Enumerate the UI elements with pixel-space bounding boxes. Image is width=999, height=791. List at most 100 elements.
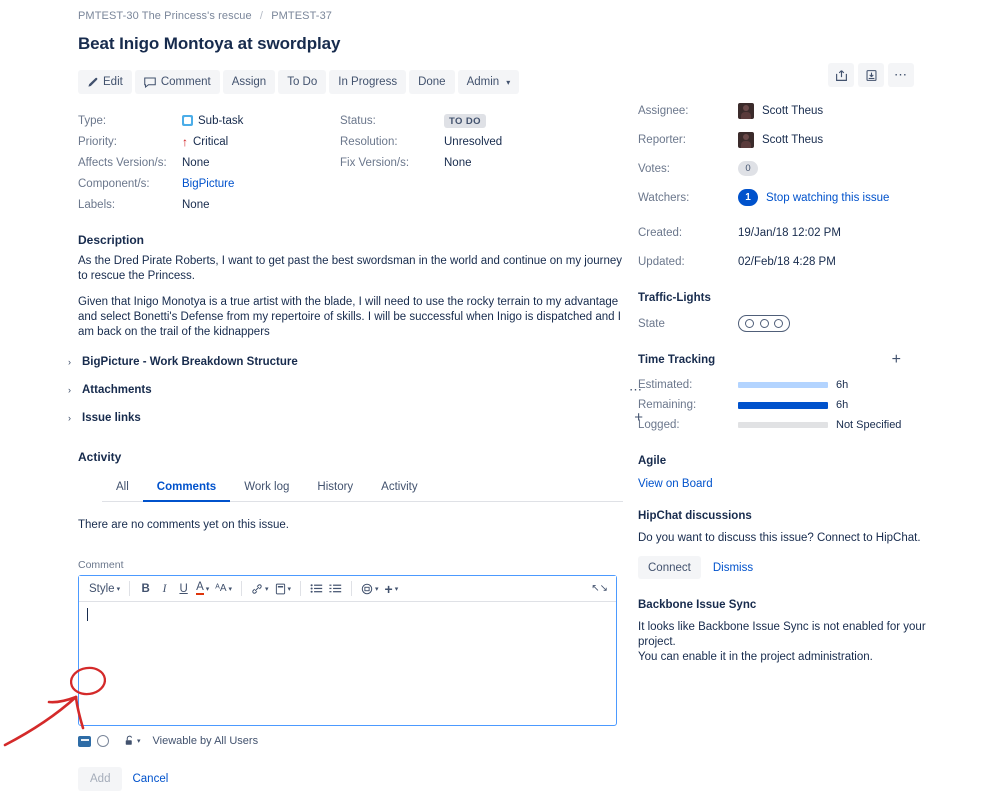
description-section: Description As the Dred Pirate Roberts, … — [78, 233, 623, 340]
chevron-right-icon: › — [68, 358, 82, 367]
time-tracking-title: Time Tracking — [638, 354, 715, 366]
empty-comments-message: There are no comments yet on this issue. — [78, 519, 623, 531]
visibility-dropdown[interactable]: ▾ — [124, 735, 141, 747]
admin-dropdown-button[interactable]: Admin ▾ — [458, 70, 520, 94]
hipchat-dismiss-link[interactable]: Dismiss — [713, 562, 753, 574]
field-affects-versions: Affects Version/s: None — [78, 152, 340, 173]
italic-button[interactable]: I — [156, 579, 173, 599]
subtask-icon — [182, 115, 193, 126]
sidebar-votes: Votes: 0 — [638, 158, 938, 179]
reporter-value[interactable]: Scott Theus — [738, 132, 823, 148]
assignee-value[interactable]: Scott Theus — [738, 103, 823, 119]
field-label: Component/s: — [78, 178, 182, 190]
assign-button[interactable]: Assign — [223, 70, 276, 94]
transition-todo-button[interactable]: To Do — [278, 70, 326, 94]
stop-watching-link[interactable]: Stop watching this issue — [766, 192, 889, 204]
emoji-button-icon[interactable] — [97, 735, 109, 747]
activity-heading: Activity — [78, 450, 623, 464]
numbered-list-button[interactable] — [327, 579, 344, 599]
priority-critical-icon: ↑ — [182, 136, 188, 148]
bullet-list-button[interactable] — [308, 579, 325, 599]
text-color-button[interactable]: A ▾ — [194, 579, 211, 599]
field-label: Affects Version/s: — [78, 157, 182, 169]
traffic-light-2[interactable] — [760, 319, 769, 328]
text-style-button[interactable]: ᴬA ▾ — [213, 579, 234, 599]
remaining-bar — [738, 402, 828, 409]
transition-done-button[interactable]: Done — [409, 70, 455, 94]
issue-sidebar: Assignee: Scott Theus Reporter: Scott Th… — [638, 100, 938, 665]
chevron-down-icon: ▾ — [117, 585, 121, 593]
unlock-icon — [124, 735, 135, 747]
field-value: TO DO — [444, 114, 486, 128]
field-value-text: None — [444, 157, 472, 169]
module-issue-links[interactable]: › Issue links + — [78, 412, 623, 424]
edit-button[interactable]: Edit — [78, 70, 132, 94]
breadcrumb-current-link[interactable]: PMTEST-37 — [271, 10, 332, 22]
watchers-badge[interactable]: 1 — [738, 189, 758, 206]
tab-history[interactable]: History — [303, 476, 367, 502]
style-dropdown[interactable]: Style ▾ — [87, 579, 122, 599]
chevron-down-icon: ▾ — [137, 737, 141, 745]
issue-details-right: Status: TO DO Resolution: Unresolved Fix… — [340, 110, 602, 215]
tab-all[interactable]: All — [102, 476, 143, 502]
share-button[interactable] — [828, 63, 854, 87]
time-logged-row: Logged: Not Specified — [638, 415, 938, 435]
module-title[interactable]: BigPicture - Work Breakdown Structure — [82, 356, 298, 368]
module-title[interactable]: Attachments — [82, 384, 152, 396]
cancel-comment-link[interactable]: Cancel — [132, 773, 168, 785]
field-resolution: Resolution: Unresolved — [340, 131, 602, 152]
annotation-arrow-shaft — [5, 697, 76, 745]
underline-button[interactable]: U — [175, 579, 192, 599]
sidebar-updated: Updated: 02/Feb/18 4:28 PM — [638, 251, 938, 272]
chevron-down-icon: ▾ — [506, 78, 510, 87]
hipchat-actions: Connect Dismiss — [638, 556, 938, 579]
tab-comments[interactable]: Comments — [143, 476, 230, 502]
traffic-lights-state-row: State — [638, 313, 938, 334]
component-link[interactable]: BigPicture — [182, 178, 234, 190]
chevron-down-icon: ▾ — [395, 585, 399, 593]
comment-editor[interactable]: Style ▾ B I U A ▾ ᴬA ▾ — [78, 575, 617, 726]
log-work-plus-icon[interactable]: + — [892, 351, 901, 369]
field-value: ↑ Critical — [182, 136, 228, 148]
tab-work-log[interactable]: Work log — [230, 476, 303, 502]
logged-label: Logged: — [638, 419, 738, 431]
sidebar-assignee: Assignee: Scott Theus — [638, 100, 938, 121]
module-title[interactable]: Issue links — [82, 412, 141, 424]
module-wbs[interactable]: › BigPicture - Work Breakdown Structure — [78, 356, 623, 368]
field-status: Status: TO DO — [340, 110, 602, 131]
traffic-light-1[interactable] — [745, 319, 754, 328]
time-tracking-heading: Time Tracking + — [638, 354, 938, 366]
page-title: Beat Inigo Montoya at swordplay — [78, 34, 623, 54]
mention-insert-button[interactable]: ▾ — [273, 579, 294, 599]
link-button[interactable]: ▾ — [249, 579, 271, 599]
more-actions-button[interactable]: ⋯ — [888, 63, 914, 87]
field-label: Labels: — [78, 199, 182, 211]
comment-input[interactable] — [79, 602, 616, 725]
bullet-list-icon — [310, 583, 323, 594]
votes-badge[interactable]: 0 — [738, 161, 758, 176]
hipchat-connect-button[interactable]: Connect — [638, 556, 701, 579]
status-badge[interactable]: TO DO — [444, 114, 486, 128]
comment-button[interactable]: Comment — [135, 70, 220, 94]
add-comment-button[interactable]: Add — [78, 767, 122, 791]
description-paragraph: Given that Inigo Monotya is a true artis… — [78, 295, 623, 340]
updated-label: Updated: — [638, 256, 738, 268]
image-button[interactable]: ▾ — [359, 579, 381, 599]
tab-activity[interactable]: Activity — [367, 476, 431, 502]
created-label: Created: — [638, 227, 738, 239]
traffic-light-widget[interactable] — [738, 315, 790, 332]
transition-inprogress-button[interactable]: In Progress — [329, 70, 406, 94]
votes-value: 0 — [738, 161, 758, 176]
export-button[interactable] — [858, 63, 884, 87]
expand-editor-icon[interactable]: ↖↘ — [591, 583, 608, 594]
field-label: Type: — [78, 115, 182, 127]
module-attachments[interactable]: › Attachments ⋯ — [78, 384, 623, 396]
breadcrumb-parent-link[interactable]: PMTEST-30 The Princess's rescue — [78, 10, 252, 22]
bold-button[interactable]: B — [137, 579, 154, 599]
insert-more-button[interactable]: + ▾ — [383, 579, 401, 599]
mention-button-icon[interactable] — [78, 736, 91, 747]
chevron-down-icon: ▾ — [288, 585, 292, 593]
view-on-board-link[interactable]: View on Board — [638, 478, 713, 490]
field-value-text: None — [182, 157, 210, 169]
traffic-light-3[interactable] — [774, 319, 783, 328]
